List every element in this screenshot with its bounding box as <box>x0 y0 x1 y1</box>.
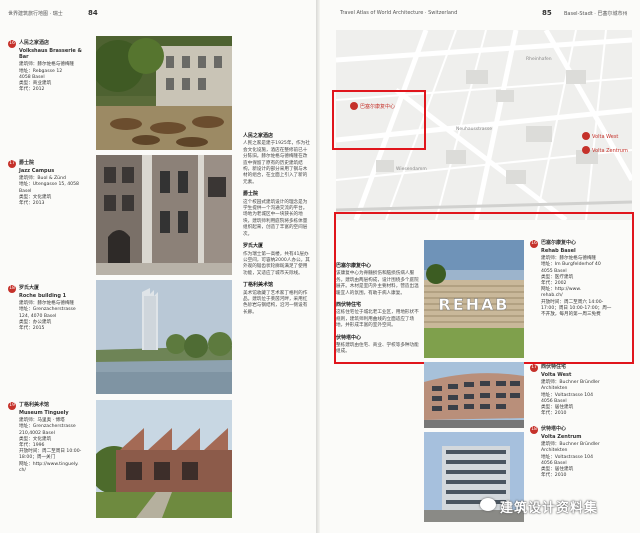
entry-tinguely: 19 丁格利美术馆 Museum Tinguely 建筑师：马里奥 · 博塔 地址… <box>8 402 93 474</box>
right-page-number: 85 <box>542 9 552 17</box>
entry-name: Jazz Campus <box>19 168 55 174</box>
left-page: 世界建筑旅行地图 · 瑞士 84 16 人民之家酒店 Volkshaus Bras… <box>0 0 320 533</box>
section-body: 该康复中心为脊髓损伤和脑损伤病人服务。建筑由两层构成，设计围绕多个庭院展开。木材… <box>336 271 419 296</box>
section-body: 人民之家是建于1925年，作为社会文化设施，酒店在整修前已十分陈旧。赫尔佐格与德… <box>243 141 310 185</box>
entry-name-cn: 爵士院 <box>19 160 35 166</box>
entry-volkshaus: 16 人民之家酒店 Volkshaus Brasserie & Bar 建筑师：赫… <box>8 40 93 93</box>
watermark-text: 建筑设计资料集 <box>500 501 599 516</box>
map-label: Volta West <box>592 134 618 140</box>
right-page: Travel Atlas of World Architecture · Swi… <box>320 0 640 533</box>
entry-rehab: 16 巴塞尔康复中心 Rehab Basel 建筑师：赫尔佐格与德梅隆 地址：Im… <box>530 240 630 318</box>
entry-name: Volta West <box>541 372 572 378</box>
entry-info: 建筑师：赫尔佐格与德梅隆 地址：Grenzacherstrasse 124, 4… <box>19 301 76 332</box>
map-street-label: Rheinhafen <box>526 56 552 62</box>
map-street-label: Neuhausstrasse <box>456 126 492 132</box>
section-body: 作为瑞士第一高楼，共有41层办公空间，可容纳2000人办公。其外观的锯齿状轮廓既… <box>243 251 310 276</box>
entry-number-badge: 17 <box>8 160 16 168</box>
map-label: Volta Zentrum <box>592 148 628 154</box>
section-body: 这个校园式建筑设计的理念是为学生提供一个沟通交流的平台。场地为老城区中一块狭长的… <box>243 199 308 237</box>
entry-number-badge: 19 <box>8 402 16 410</box>
photo-tinguely <box>96 400 232 518</box>
entry-volta-west: 17 西伏特住宅 Volta West 建筑师：Buchner Bründler … <box>530 364 630 417</box>
highlight-box-map <box>332 90 426 150</box>
entry-info: 建筑师：Buchner Bründler Architekten 地址：Volt… <box>541 442 600 479</box>
text-column-right: 巴塞尔康复中心 该康复中心为脊髓损伤和脑损伤病人服务。建筑由两层构成，设计围绕多… <box>336 258 420 356</box>
entry-number-badge: 16 <box>8 40 16 48</box>
section-title: 丁格利美术馆 <box>243 282 274 289</box>
entry-name-cn: 西伏特住宅 <box>541 364 567 370</box>
entry-number-badge: 18 <box>530 426 538 434</box>
entry-name: Museum Tinguely <box>19 410 69 416</box>
entry-volta-zentrum: 18 伏特塔中心 Volta Zentrum 建筑师：Buchner Bründl… <box>530 426 630 479</box>
entry-name-cn: 巴塞尔康复中心 <box>541 240 577 246</box>
section-body: 整栋建筑由住宅、商业、学校等多种功能组成。 <box>336 343 419 355</box>
rehab-sign-text: REHAB <box>438 295 509 314</box>
photo-roche <box>96 280 232 394</box>
section-title: 爵士院 <box>243 191 259 198</box>
photo-volta-west <box>424 362 524 428</box>
entry-roche: 18 罗氏大厦 Roche building 1 建筑师：赫尔佐格与德梅隆 地址：… <box>8 285 93 332</box>
book-spread: 世界建筑旅行地图 · 瑞士 84 16 人民之家酒店 Volkshaus Bras… <box>0 0 640 533</box>
section-body: 美术馆收藏了艺术家丁格利的作品。建筑位于莱茵河畔，采用红色砂岩与钢结构，沿河一侧… <box>243 290 308 315</box>
section-title: 伏特塔中心 <box>336 334 362 341</box>
photo-rehab: REHAB <box>424 240 524 358</box>
entry-name-cn: 伏特塔中心 <box>541 426 567 432</box>
right-page-corner-label: Basel-Stadt · 巴塞尔城市州 <box>564 11 628 17</box>
entry-info: 建筑师：赫尔佐格与德梅隆 地址：Rebgasse 12 4058 Basel 类… <box>19 62 75 93</box>
text-column-left: 人民之家酒店 人民之家是建于1925年，作为社会文化设施，酒店在整修前已十分陈旧… <box>243 128 311 316</box>
map-street-label: Wiesendamm <box>396 166 427 172</box>
wechat-icon <box>480 498 496 511</box>
section-title: 巴塞尔康复中心 <box>336 263 372 269</box>
photo-jazz-campus <box>96 155 232 275</box>
entry-name: Volkshaus Brasserie & Bar <box>19 48 82 61</box>
entry-name: Roche building 1 <box>19 293 67 299</box>
right-page-header: Travel Atlas of World Architecture · Swi… <box>340 10 458 16</box>
left-page-number: 84 <box>88 9 98 17</box>
entry-info: 建筑师：赫尔佐格与德梅隆 地址：Im Burgfelderhof 40 4055… <box>541 256 612 318</box>
photo-volkshaus <box>96 36 232 150</box>
section-title: 人民之家酒店 <box>243 133 274 139</box>
entry-info: 建筑师：Buchner Bründler Architekten 地址：Volt… <box>541 380 600 417</box>
entry-info: 建筑师：Buol & Zünd 地址：Utengasse 15, 4058 Ba… <box>19 176 79 207</box>
entry-name-cn: 罗氏大厦 <box>19 285 40 291</box>
entry-number-badge: 17 <box>530 364 538 372</box>
entry-name: Volta Zentrum <box>541 434 582 440</box>
entry-number-badge: 16 <box>530 240 538 248</box>
entry-name-cn: 丁格利美术馆 <box>19 402 50 408</box>
entry-name-cn: 人民之家酒店 <box>19 40 50 46</box>
entry-name: Rehab Basel <box>541 248 576 254</box>
section-body: 这栋住宅位于城北老工业区，用地形状不规则，建筑师利用曲线的立面适应了场地，并形成… <box>336 310 419 329</box>
left-page-header: 世界建筑旅行地图 · 瑞士 <box>8 11 63 17</box>
section-title: 罗氏大厦 <box>243 243 264 250</box>
entry-number-badge: 18 <box>8 285 16 293</box>
entry-info: 建筑师：马里奥 · 博塔 地址：Grenzacherstrasse 210,40… <box>19 418 82 473</box>
entry-jazz-campus: 17 爵士院 Jazz Campus 建筑师：Buol & Zünd 地址：Ute… <box>8 160 93 207</box>
section-title: 西伏特住宅 <box>336 302 362 309</box>
